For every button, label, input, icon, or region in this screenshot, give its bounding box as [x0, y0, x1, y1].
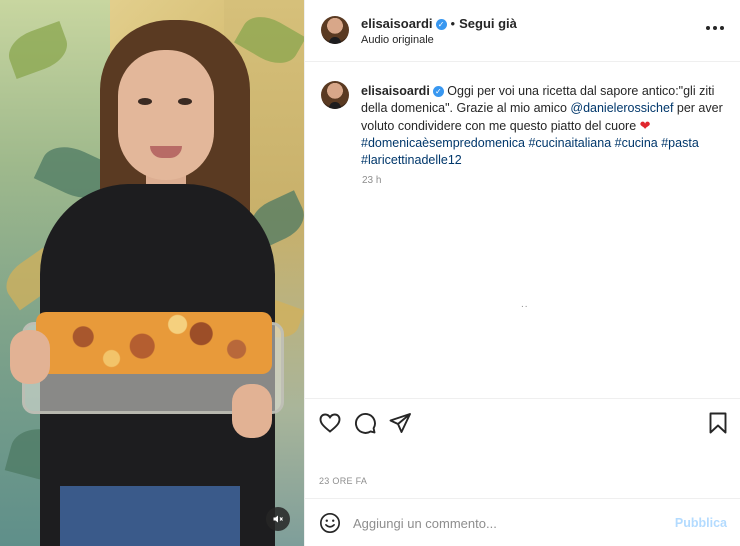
post-video[interactable] — [0, 0, 304, 546]
header-author-line: elisaisoardi ✓ • Segui già — [361, 16, 517, 31]
eye — [138, 98, 152, 105]
mouth — [150, 146, 182, 158]
caption-author-avatar[interactable] — [321, 81, 349, 109]
post-date[interactable]: 23 ORE FA — [319, 476, 367, 486]
emoji-icon[interactable] — [319, 512, 341, 534]
caption-author-username[interactable]: elisaisoardi — [361, 84, 430, 98]
speaker-muted-icon[interactable] — [266, 507, 290, 531]
following-button[interactable]: Segui già — [459, 16, 517, 31]
post-comment-button[interactable]: Pubblica — [675, 516, 727, 530]
hashtag-link[interactable]: #domenicaèsempredomenica — [361, 136, 525, 150]
caption-timestamp: 23 h — [362, 175, 382, 186]
comment-input[interactable] — [353, 509, 653, 537]
hashtag-link[interactable]: #pasta — [661, 136, 699, 150]
eye — [178, 98, 192, 105]
hashtag-link[interactable]: #cucina — [615, 136, 658, 150]
send-icon[interactable] — [388, 411, 412, 435]
left-hand — [10, 330, 50, 384]
caption-text: elisaisoardi ✓ Oggi per voi una ricetta d… — [361, 83, 723, 169]
separator-dot: • — [450, 16, 456, 31]
baked-ziti — [36, 312, 272, 374]
hashtag-link[interactable]: #laricettinadelle12 — [361, 153, 462, 167]
woman-face — [118, 50, 214, 180]
mention-link[interactable]: @danielerossichef — [570, 101, 673, 115]
add-comment-bar: Pubblica — [305, 498, 740, 546]
comment-icon[interactable] — [353, 411, 377, 435]
caption-section: elisaisoardi ✓ Oggi per voi una ricetta d… — [305, 63, 740, 398]
action-bar — [305, 398, 740, 446]
red-heart-emoji: ❤ — [639, 118, 651, 133]
right-hand — [232, 384, 272, 438]
heart-icon[interactable] — [318, 411, 342, 435]
audio-link[interactable]: Audio originale — [361, 34, 434, 46]
more-options-icon[interactable] — [705, 24, 725, 38]
verified-badge-icon: ✓ — [432, 86, 444, 97]
post-details-panel: elisaisoardi ✓ • Segui già Audio originale … — [304, 0, 740, 546]
verified-badge-icon: ✓ — [435, 19, 447, 30]
author-username[interactable]: elisaisoardi — [361, 16, 433, 31]
bookmark-icon[interactable] — [706, 411, 730, 435]
hashtag-link[interactable]: #cucinaitaliana — [528, 136, 611, 150]
author-avatar[interactable] — [321, 16, 349, 44]
post-header: elisaisoardi ✓ • Segui già Audio originale — [305, 0, 740, 62]
comments-loading-indicator: .. — [521, 299, 529, 310]
woman-jeans — [60, 486, 240, 546]
